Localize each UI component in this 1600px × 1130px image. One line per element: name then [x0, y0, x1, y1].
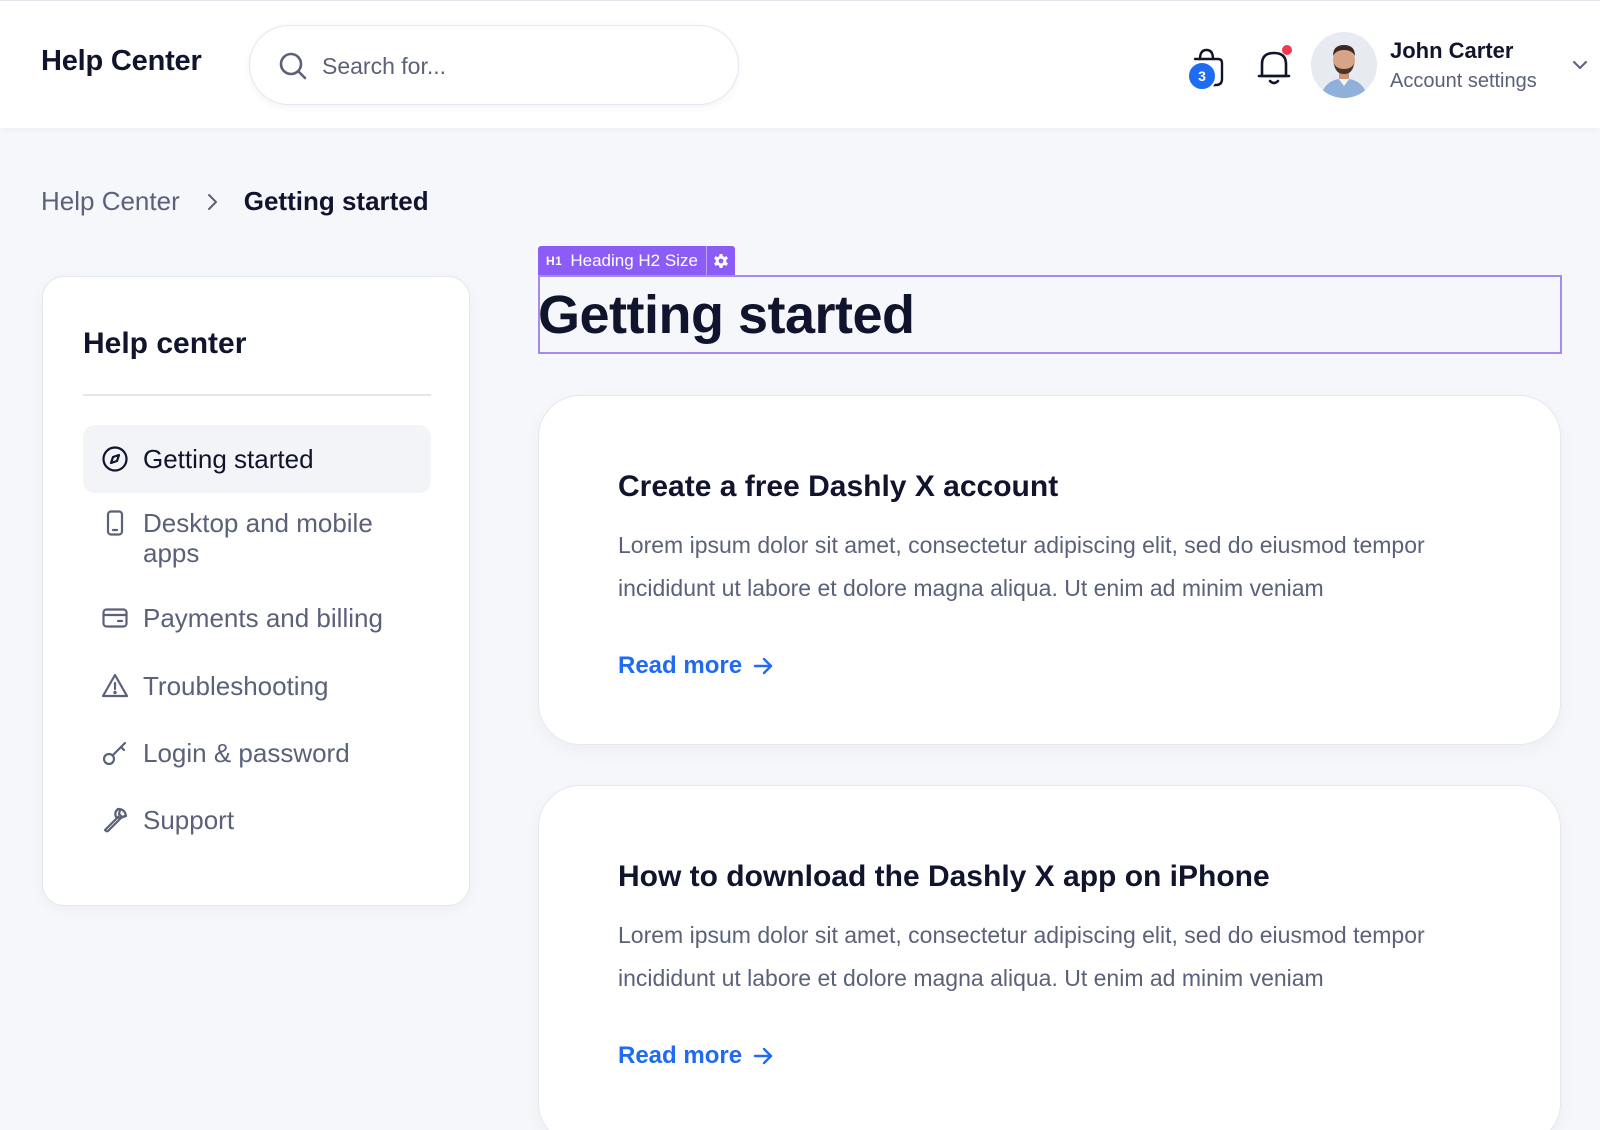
- sidebar-item-login-password[interactable]: Login & password: [83, 738, 431, 768]
- sidebar-item-label: Payments and billing: [143, 603, 383, 633]
- sidebar-item-support[interactable]: Support: [83, 805, 431, 835]
- sidebar-item-label: Getting started: [143, 444, 314, 474]
- heading-level-marker: H1: [546, 253, 563, 268]
- breadcrumb-current: Getting started: [243, 186, 429, 216]
- user-name[interactable]: John Carter: [1390, 38, 1513, 64]
- sidebar-title: Help center: [83, 327, 247, 360]
- editor-heading-tag[interactable]: H1 Heading H2 Size: [538, 246, 735, 275]
- account-settings-link[interactable]: Account settings: [1390, 70, 1537, 93]
- arrow-right-icon: [753, 657, 773, 675]
- sidebar-item-label: Login & password: [143, 738, 350, 768]
- breadcrumb: Help Center Getting started: [41, 186, 429, 217]
- wrench-icon: [103, 807, 128, 833]
- search-icon: [279, 52, 307, 80]
- read-more-link[interactable]: Read more: [618, 1042, 774, 1070]
- sidebar-item-label: Desktop and mobile apps: [143, 508, 373, 568]
- sidebar-divider: [83, 394, 431, 396]
- chevron-right-icon: [207, 193, 217, 210]
- sidebar-item-desktop-mobile[interactable]: Desktop and mobile apps: [83, 508, 431, 568]
- page-title[interactable]: Getting started: [538, 284, 915, 346]
- compass-icon: [102, 446, 128, 472]
- sidebar-item-label: Troubleshooting: [143, 671, 329, 701]
- editor-settings-button[interactable]: [705, 246, 735, 275]
- key-icon: [102, 741, 127, 766]
- read-more-link[interactable]: Read more: [618, 652, 774, 680]
- sidebar-item-label: Support: [143, 805, 235, 835]
- search-box[interactable]: [249, 25, 739, 105]
- article-excerpt: Lorem ipsum dolor sit amet, consectetur …: [618, 532, 1425, 601]
- breadcrumb-root[interactable]: Help Center: [41, 186, 180, 217]
- credit-card-icon: [102, 608, 128, 628]
- arrow-right-icon: [753, 1047, 773, 1065]
- sidebar-item-troubleshooting[interactable]: Troubleshooting: [83, 671, 431, 701]
- notification-dot: [1282, 45, 1292, 55]
- chevron-down-icon[interactable]: [1571, 56, 1589, 74]
- editor-tag-label: Heading H2 Size: [570, 250, 698, 270]
- gear-icon: [714, 253, 728, 268]
- warning-icon: [101, 673, 129, 698]
- brand-title[interactable]: Help Center: [41, 45, 202, 78]
- sidebar-item-getting-started[interactable]: Getting started: [83, 425, 431, 493]
- article-excerpt: Lorem ipsum dolor sit amet, consectetur …: [618, 922, 1425, 991]
- avatar[interactable]: [1311, 32, 1377, 98]
- article-title[interactable]: How to download the Dashly X app on iPho…: [618, 860, 1270, 894]
- article-title[interactable]: Create a free Dashly X account: [618, 470, 1058, 504]
- sidebar-item-payments-billing[interactable]: Payments and billing: [83, 603, 431, 633]
- read-more-label: Read more: [618, 1042, 743, 1069]
- read-more-label: Read more: [618, 652, 743, 679]
- article-card[interactable]: How to download the Dashly X app on iPho…: [538, 785, 1561, 1130]
- phone-icon: [106, 510, 124, 536]
- top-bar: Help Center 3 John Carter Account settin…: [0, 0, 1600, 128]
- help-sidebar: Help center Getting started Desktop and …: [42, 276, 470, 906]
- search-input[interactable]: [322, 46, 702, 86]
- article-card[interactable]: Create a free Dashly X account Lorem ips…: [538, 395, 1561, 745]
- cart-count-badge: 3: [1187, 61, 1217, 91]
